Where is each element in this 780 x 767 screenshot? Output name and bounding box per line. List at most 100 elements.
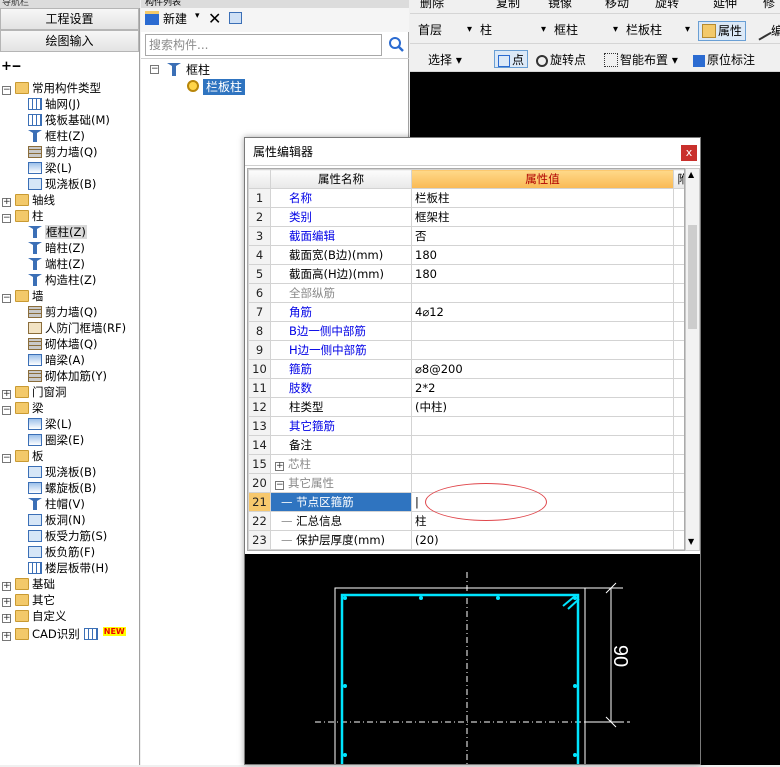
floor-select[interactable]: 首层	[414, 20, 474, 40]
property-value[interactable]: 2*2	[411, 378, 674, 398]
tree-item[interactable]: 框柱(Z)	[28, 128, 85, 144]
project-settings-button[interactable]: 工程设置	[0, 8, 139, 30]
collapse-icon[interactable]: −	[2, 86, 11, 95]
modify-button[interactable]: 修	[763, 0, 775, 12]
property-value[interactable]: 180	[411, 245, 674, 265]
tree-item[interactable]: 构造柱(Z)	[28, 272, 96, 288]
property-value[interactable]	[411, 340, 674, 360]
property-scrollbar[interactable]: ▲ ▼	[685, 168, 700, 551]
property-value[interactable]: (中柱)	[411, 397, 674, 417]
drawing-input-button[interactable]: 绘图输入	[0, 30, 139, 52]
tree-item[interactable]: 人防门框墙(RF)	[28, 320, 126, 336]
tree-category[interactable]: + 其它	[2, 592, 55, 608]
property-name[interactable]: 全部纵筋	[270, 283, 412, 303]
tree-category[interactable]: + 轴线	[2, 192, 55, 208]
expand-icon[interactable]: +	[2, 632, 11, 641]
component-search-input[interactable]: 搜索构件...	[145, 34, 382, 56]
type-select[interactable]: 框柱	[550, 20, 620, 40]
close-button[interactable]: x	[681, 145, 697, 161]
copy-button[interactable]: 复制	[496, 0, 520, 12]
collapse-icon[interactable]: −	[2, 294, 11, 303]
property-value[interactable]	[411, 454, 674, 474]
tree-category[interactable]: − 常用构件类型	[2, 80, 101, 96]
tree-category[interactable]: − 梁	[2, 400, 44, 416]
expand-icon[interactable]: +	[2, 390, 11, 399]
scroll-down-icon[interactable]: ▼	[688, 537, 694, 546]
expand-icon[interactable]: +	[2, 582, 11, 591]
collapse-all-icon[interactable]: ‒	[12, 59, 21, 74]
collapse-icon[interactable]: −	[2, 214, 11, 223]
property-button[interactable]: 属性	[698, 21, 747, 41]
select-button[interactable]: 选择 ▾	[428, 51, 462, 69]
property-value[interactable]: 4⌀12	[411, 302, 674, 322]
property-name[interactable]: 类别	[270, 207, 412, 227]
property-name[interactable]: B边一侧中部筋	[270, 321, 412, 341]
tree-item[interactable]: 柱帽(V)	[28, 496, 85, 512]
tree-item[interactable]: 暗柱(Z)	[28, 240, 85, 256]
tree-item[interactable]: 暗梁(A)	[28, 352, 85, 368]
property-row[interactable]: 7 角筋 4⌀12	[248, 302, 684, 322]
property-row[interactable]: 12 柱类型 (中柱)	[248, 397, 684, 417]
new-component-button[interactable]: 新建	[163, 11, 187, 27]
selected-component[interactable]: 栏板柱	[203, 79, 246, 95]
tree-item[interactable]: 轴网(J)	[28, 96, 80, 112]
move-button[interactable]: 移动	[605, 0, 629, 12]
property-name[interactable]: 其它箍筋	[270, 416, 412, 436]
property-row[interactable]: 4 截面宽(B边)(mm) 180	[248, 245, 684, 265]
property-value[interactable]: ⌀8@200	[411, 359, 674, 379]
tree-category[interactable]: − 板	[2, 448, 44, 464]
property-name[interactable]: 名称	[270, 188, 412, 208]
copy-component-icon[interactable]	[229, 12, 242, 24]
property-value[interactable]: (20)	[411, 530, 674, 550]
property-name[interactable]: 肢数	[270, 378, 412, 398]
smart-layout-button[interactable]: 智能布置 ▾	[604, 51, 678, 69]
property-row[interactable]: 5 截面高(H边)(mm) 180	[248, 264, 684, 284]
delete-button[interactable]: 删除	[420, 0, 444, 12]
component-select[interactable]: 栏板柱	[622, 20, 692, 40]
property-value[interactable]: 栏板柱	[411, 188, 674, 208]
property-row[interactable]: 11 肢数 2*2	[248, 378, 684, 398]
tree-item[interactable]: 框柱(Z)	[28, 224, 87, 240]
property-name[interactable]: — 节点区箍筋	[270, 492, 412, 512]
tree-item[interactable]: 现浇板(B)	[28, 464, 96, 480]
property-row[interactable]: 6 全部纵筋	[248, 283, 684, 303]
property-row[interactable]: 23— 保护层厚度(mm) (20)	[248, 530, 684, 550]
collapse-icon[interactable]: −	[2, 406, 11, 415]
expand-icon[interactable]: +	[2, 198, 11, 207]
collapse-icon[interactable]: −	[150, 65, 159, 74]
tree-category[interactable]: − 柱	[2, 208, 44, 224]
point-button[interactable]: 点	[494, 50, 529, 68]
tree-item[interactable]: 板受力筋(S)	[28, 528, 107, 544]
property-name[interactable]: + 芯柱	[270, 454, 412, 474]
property-row[interactable]: 13 其它箍筋	[248, 416, 684, 436]
in-place-annotation-button[interactable]: 原位标注	[693, 51, 755, 69]
extend-button[interactable]: 延伸	[713, 0, 737, 12]
property-name[interactable]: 截面高(H边)(mm)	[270, 264, 412, 284]
tree-category[interactable]: + 基础	[2, 576, 55, 592]
category-select[interactable]: 柱	[476, 20, 548, 40]
property-name[interactable]: — 汇总信息	[270, 511, 412, 531]
property-value[interactable]	[411, 435, 674, 455]
expand-icon[interactable]: +	[2, 614, 11, 623]
collapse-icon[interactable]: −	[275, 481, 284, 490]
property-row[interactable]: 1 名称 栏板柱	[248, 188, 684, 208]
property-row[interactable]: 14 备注	[248, 435, 684, 455]
property-row[interactable]: 15 + 芯柱	[248, 454, 684, 474]
expand-icon[interactable]: +	[275, 462, 284, 471]
property-name[interactable]: − 其它属性	[270, 473, 412, 493]
rotate-point-button[interactable]: 旋转点	[536, 51, 586, 69]
edit-rebar-button[interactable]: 编	[752, 21, 780, 41]
tree-item[interactable]: 梁(L)	[28, 416, 72, 432]
tree-item[interactable]: 板洞(N)	[28, 512, 86, 528]
tree-item[interactable]: 楼层板带(H)	[28, 560, 109, 576]
new-component-icon[interactable]	[145, 11, 159, 25]
tree-item[interactable]: 剪力墙(Q)	[28, 144, 98, 160]
mirror-button[interactable]: 镜像	[548, 0, 572, 12]
tree-item[interactable]: 螺旋板(B)	[28, 480, 96, 496]
property-row[interactable]: 8 B边一侧中部筋	[248, 321, 684, 341]
tree-item[interactable]: 现浇板(B)	[28, 176, 96, 192]
property-name[interactable]: 截面宽(B边)(mm)	[270, 245, 412, 265]
collapse-icon[interactable]: −	[2, 454, 11, 463]
tree-item[interactable]: 砌体墙(Q)	[28, 336, 98, 352]
property-row[interactable]: 9 H边一侧中部筋	[248, 340, 684, 360]
